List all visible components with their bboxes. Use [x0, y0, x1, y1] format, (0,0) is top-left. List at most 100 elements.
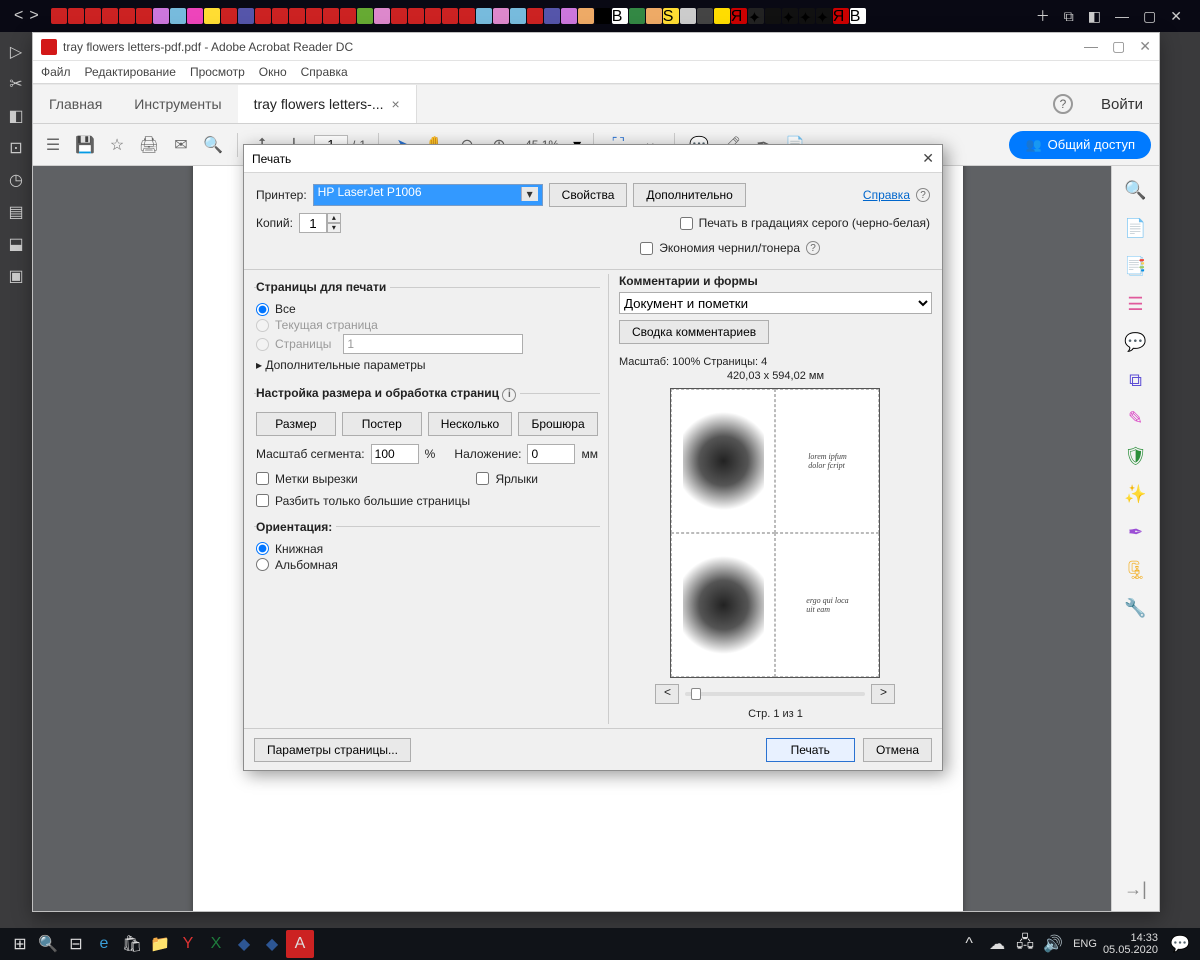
extensions-icon[interactable]: ◧: [1088, 8, 1101, 25]
task-view-icon[interactable]: ⊟: [62, 930, 90, 958]
rail-organize-icon[interactable]: ⧉: [1124, 368, 1148, 392]
copies-input[interactable]: [299, 213, 327, 233]
ink-info-icon[interactable]: ?: [806, 241, 820, 255]
orient-landscape[interactable]: Альбомная: [256, 558, 598, 572]
app2-icon[interactable]: ◆: [258, 930, 286, 958]
tray-sound-icon[interactable]: 🔊: [1039, 930, 1067, 958]
start-button[interactable]: ⊞: [6, 930, 34, 958]
rail-play-icon[interactable]: ▷: [6, 42, 26, 62]
close-tab-icon[interactable]: ×: [392, 96, 400, 112]
share-button[interactable]: 👥 Общий доступ: [1009, 131, 1151, 159]
menu-edit[interactable]: Редактирование: [85, 65, 176, 79]
preview-prev[interactable]: <: [655, 684, 679, 704]
rail-export-icon[interactable]: 📄: [1124, 216, 1148, 240]
rail-drawer-icon[interactable]: ▤: [6, 202, 26, 222]
rail-fill-icon[interactable]: ✒: [1124, 520, 1148, 544]
labels-checkbox[interactable]: Ярлыки: [476, 472, 538, 486]
yandex-icon[interactable]: Y: [174, 930, 202, 958]
edge-icon[interactable]: e: [90, 930, 118, 958]
comments-summary-button[interactable]: Сводка комментариев: [619, 320, 769, 344]
rail-create-icon[interactable]: 📑: [1124, 254, 1148, 278]
rail-more-icon[interactable]: 🔧: [1124, 596, 1148, 620]
comments-select[interactable]: Документ и пометки: [619, 292, 932, 314]
rail-bookmark-icon[interactable]: ◧: [6, 106, 26, 126]
menu-file[interactable]: Файл: [41, 65, 71, 79]
save-icon[interactable]: 💾: [73, 133, 97, 157]
browser-close[interactable]: ✕: [1170, 8, 1182, 25]
preview-next[interactable]: >: [871, 684, 895, 704]
forward-icon[interactable]: >: [29, 7, 38, 25]
advanced-button[interactable]: Дополнительно: [633, 183, 745, 207]
tray-cloud-icon[interactable]: ☁: [983, 930, 1011, 958]
back-icon[interactable]: <: [14, 7, 23, 25]
print-button[interactable]: Печать: [766, 738, 855, 762]
excel-icon[interactable]: X: [202, 930, 230, 958]
store-icon[interactable]: 🛍: [118, 930, 146, 958]
more-params-toggle[interactable]: ▸ Дополнительные параметры: [256, 358, 598, 372]
printer-select[interactable]: HP LaserJet P1006: [313, 184, 543, 206]
rail-time-icon[interactable]: ◷: [6, 170, 26, 190]
rail-comment-icon[interactable]: 💬: [1124, 330, 1148, 354]
rail-search-icon[interactable]: 🔍: [1124, 178, 1148, 202]
menu-window[interactable]: Окно: [259, 65, 287, 79]
sizing-info-icon[interactable]: i: [502, 388, 516, 402]
rail-edit-icon[interactable]: ☰: [1124, 292, 1148, 316]
print-icon[interactable]: 🖨: [137, 133, 161, 157]
seg-poster[interactable]: Постер: [342, 412, 422, 436]
rail-collapse-icon[interactable]: →|: [1124, 877, 1148, 901]
tray-network-icon[interactable]: 🖧: [1011, 930, 1039, 958]
explorer-icon[interactable]: 📁: [146, 930, 174, 958]
menu-help[interactable]: Справка: [301, 65, 348, 79]
action-center-icon[interactable]: 💬: [1166, 930, 1194, 958]
copies-spinner[interactable]: ▴▾: [299, 213, 341, 233]
tab-home[interactable]: Главная: [33, 85, 118, 123]
rail-media-icon[interactable]: ▣: [6, 266, 26, 286]
browser-maximize[interactable]: ▢: [1143, 8, 1156, 25]
app-close[interactable]: ✕: [1139, 38, 1151, 55]
save-ink-checkbox[interactable]: Экономия чернил/тонера: [640, 241, 800, 255]
search-icon[interactable]: 🔍: [201, 133, 225, 157]
app1-icon[interactable]: ◆: [230, 930, 258, 958]
scale-input[interactable]: [371, 444, 419, 464]
app-maximize[interactable]: ▢: [1112, 38, 1125, 55]
page-setup-button[interactable]: Параметры страницы...: [254, 738, 411, 762]
taskbar-search-icon[interactable]: 🔍: [34, 930, 62, 958]
rail-enhance-icon[interactable]: ✨: [1124, 482, 1148, 506]
grayscale-checkbox[interactable]: Печать в градациях серого (черно-белая): [680, 216, 930, 230]
seg-brochure[interactable]: Брошюра: [518, 412, 598, 436]
rail-clip-icon[interactable]: ✂: [6, 74, 26, 94]
rail-protect-icon[interactable]: 🛡: [1124, 444, 1148, 468]
properties-button[interactable]: Свойства: [549, 183, 628, 207]
preview-slider[interactable]: [685, 692, 865, 696]
app-minimize[interactable]: —: [1084, 38, 1098, 55]
acrobat-taskbar-icon[interactable]: A: [286, 930, 314, 958]
help-link[interactable]: Справка: [863, 188, 910, 202]
taskbar-clock[interactable]: 14:33 05.05.2020: [1103, 932, 1166, 956]
cut-marks-checkbox[interactable]: Метки вырезки: [256, 472, 358, 486]
tab-tools[interactable]: Инструменты: [118, 85, 237, 123]
overlap-input[interactable]: [527, 444, 575, 464]
tabs-overview-icon[interactable]: ⧉: [1064, 8, 1074, 25]
opt-all[interactable]: Все: [256, 302, 598, 316]
help-icon[interactable]: ?: [1053, 94, 1073, 114]
help-info-icon[interactable]: ?: [916, 188, 930, 202]
orient-portrait[interactable]: Книжная: [256, 542, 598, 556]
browser-minimize[interactable]: —: [1115, 8, 1129, 24]
panel-toggle-icon[interactable]: ☰: [41, 133, 65, 157]
seg-multi[interactable]: Несколько: [428, 412, 512, 436]
seg-size[interactable]: Размер: [256, 412, 336, 436]
new-tab-button[interactable]: ＋: [1036, 6, 1050, 26]
rail-compress-icon[interactable]: 🗜: [1124, 558, 1148, 582]
menu-view[interactable]: Просмотр: [190, 65, 245, 79]
cancel-button[interactable]: Отмена: [863, 738, 932, 762]
mail-icon[interactable]: ✉: [169, 133, 193, 157]
tray-language[interactable]: ENG: [1067, 938, 1103, 950]
split-big-checkbox[interactable]: Разбить только большие страницы: [256, 494, 598, 508]
signin-button[interactable]: Войти: [1085, 96, 1159, 113]
tray-chevron-icon[interactable]: ^: [955, 930, 983, 958]
rail-sign2-icon[interactable]: ✎: [1124, 406, 1148, 430]
rail-image-icon[interactable]: ⊡: [6, 138, 26, 158]
rail-download-icon[interactable]: ⬓: [6, 234, 26, 254]
dialog-close-icon[interactable]: ✕: [922, 150, 934, 167]
document-tab[interactable]: tray flowers letters-... ×: [238, 85, 417, 123]
